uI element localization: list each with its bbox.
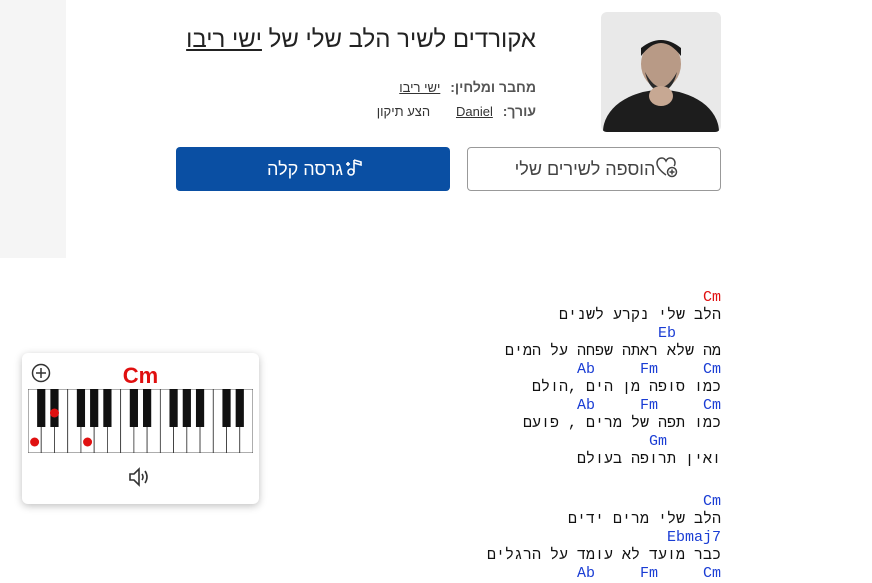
lyric-line: מה שלא ראתה שפחה על המים <box>504 343 721 360</box>
piano-black-key <box>222 389 231 427</box>
speaker-icon[interactable] <box>127 466 153 493</box>
piano-black-key <box>103 389 112 427</box>
artist-link[interactable]: ישי ריבו <box>186 26 262 53</box>
lyric-line: ואין תרופה בעולם <box>576 451 721 468</box>
lyric-line: כמו סופה מן הים ,הולם <box>531 379 721 396</box>
piano-chord-widget: Cm <box>22 353 259 504</box>
editor-label: עורך: <box>502 103 536 119</box>
lyric-line: הלב שלי נקרע לשנים <box>558 307 721 324</box>
chord-note-marker <box>30 437 40 447</box>
add-to-my-songs-button[interactable]: הוספה לשירים שלי <box>467 147 721 191</box>
chord-line: Ebmaj7 <box>639 529 721 546</box>
lyric-line: הלב שלי מרים ידים <box>567 511 721 528</box>
composer-link[interactable]: ישי ריבו <box>399 80 440 95</box>
composer-row: מחבר ומלחין: ישי ריבו <box>399 79 536 95</box>
lyrics-body: Cm הלב שלי נקרע לשנים Eb מה שלא ראתה שפח… <box>380 289 721 583</box>
left-sidebar-strip <box>0 0 66 258</box>
piano-keyboard <box>27 388 254 458</box>
piano-black-key <box>195 389 205 427</box>
chord-line: Ab Fm Cm <box>576 361 721 378</box>
piano-chord-name: Cm <box>122 363 159 388</box>
chord-line: Eb <box>657 325 721 342</box>
chord-note-marker <box>49 408 59 418</box>
piano-black-key <box>37 389 46 427</box>
lyric-line: כבר מועד לא עומד על הרגלים <box>486 547 721 564</box>
piano-black-key <box>182 389 191 427</box>
chord-line: Ab Fm Cm <box>576 397 721 414</box>
title-prefix: אקורדים לשיר הלב שלי של <box>268 26 536 53</box>
page-title: אקורדים לשיר הלב שלי של ישי ריבו <box>186 26 536 54</box>
composer-label: מחבר ומלחין: <box>450 79 536 95</box>
chord-note-marker <box>83 437 93 447</box>
piano-black-key <box>90 389 99 427</box>
easy-version-label: גרסה קלה <box>267 158 343 179</box>
piano-black-key <box>129 389 138 427</box>
piano-black-key <box>235 389 244 427</box>
chord-line: Cm <box>702 289 721 306</box>
music-note-icon <box>343 156 365 183</box>
piano-black-key <box>169 389 178 427</box>
lyric-line: כמו תפה של מרים , פועם <box>522 415 721 432</box>
add-to-my-songs-label: הוספה לשירים שלי <box>514 158 656 179</box>
chord-line: Cm <box>702 493 721 510</box>
heart-plus-icon <box>655 156 679 183</box>
chord-line: Ab Fm Cm <box>576 565 721 582</box>
verse-spacer <box>380 469 721 493</box>
artist-photo[interactable] <box>601 12 721 132</box>
suggest-fix-link[interactable]: הצע תיקון <box>377 104 430 119</box>
editor-row: עורך: Daniel הצע תיקון <box>377 103 536 119</box>
piano-black-key <box>143 389 152 427</box>
piano-black-key <box>76 389 86 427</box>
easy-version-button[interactable]: גרסה קלה <box>176 147 450 191</box>
editor-link[interactable]: Daniel <box>456 104 493 119</box>
piano-black-key <box>50 389 59 427</box>
chord-line: Gm <box>648 433 721 450</box>
